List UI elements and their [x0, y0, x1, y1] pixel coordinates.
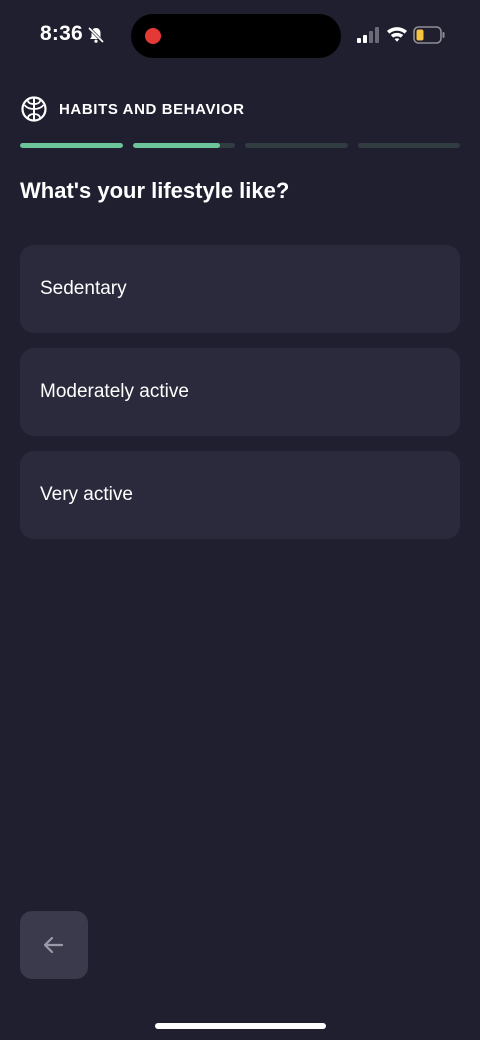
- progress-segment: [20, 143, 123, 148]
- bell-slash-icon: [87, 26, 105, 44]
- brain-icon: [21, 96, 47, 122]
- options-list: Sedentary Moderately active Very active: [20, 245, 460, 554]
- home-indicator: [155, 1023, 326, 1029]
- status-time: 8:36: [40, 22, 83, 45]
- progress-segment: [245, 143, 348, 148]
- progress-segment: [132, 143, 235, 148]
- progress-segment: [357, 143, 460, 148]
- back-button[interactable]: [20, 911, 88, 979]
- option-very-active[interactable]: Very active: [20, 451, 460, 539]
- status-bar: 8:36: [0, 0, 480, 72]
- question-title: What's your lifestyle like?: [20, 178, 290, 203]
- arrow-left-icon: [43, 936, 64, 954]
- progress-segment-fill: [132, 143, 220, 148]
- option-moderately-active[interactable]: Moderately active: [20, 348, 460, 436]
- screen: 8:36 HABITS AND BEHAVIOR What's your lif…: [0, 0, 480, 1040]
- section-header: HABITS AND BEHAVIOR: [20, 94, 245, 124]
- progress-bar: [20, 143, 460, 148]
- recording-dot-icon: [145, 28, 161, 44]
- option-sedentary[interactable]: Sedentary: [20, 245, 460, 333]
- signal-icon: [357, 27, 379, 43]
- battery-low-icon: [413, 26, 445, 44]
- progress-segment-fill: [20, 143, 123, 148]
- dynamic-island: [131, 14, 341, 58]
- section-title: HABITS AND BEHAVIOR: [59, 100, 245, 118]
- wifi-icon: [387, 27, 407, 42]
